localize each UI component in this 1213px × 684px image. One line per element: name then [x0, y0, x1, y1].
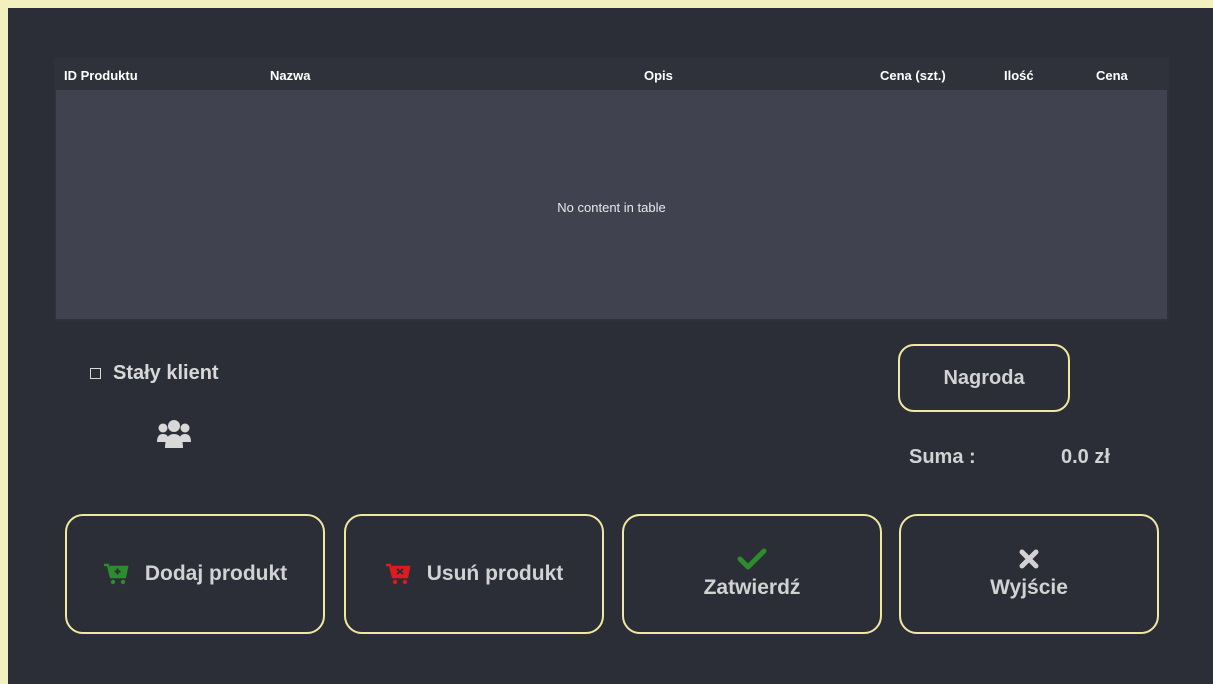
cart-plus-icon — [103, 563, 129, 585]
add-product-label: Dodaj produkt — [144, 562, 288, 585]
exit-label: Wyjście — [990, 576, 1068, 599]
reward-button[interactable]: Nagroda — [898, 344, 1070, 412]
exit-button[interactable]: Wyjście — [899, 514, 1159, 634]
remove-product-button[interactable]: Usuń produkt — [344, 514, 604, 634]
remove-product-label: Usuń produkt — [426, 562, 564, 585]
checkbox-box[interactable] — [90, 368, 101, 379]
table-empty-placeholder: No content in table — [557, 200, 666, 215]
check-icon — [737, 548, 767, 570]
confirm-button[interactable]: Zatwierdź — [622, 514, 882, 634]
order-window: ID Produktu Nazwa Opis Cena (szt.) Ilość… — [8, 8, 1213, 684]
reward-button-label: Nagroda — [943, 366, 1025, 389]
close-icon — [1019, 549, 1039, 569]
column-header-id[interactable]: ID Produktu — [64, 68, 138, 83]
sum-label: Suma : — [909, 446, 976, 468]
column-header-name[interactable]: Nazwa — [270, 68, 310, 83]
add-product-button[interactable]: Dodaj produkt — [65, 514, 325, 634]
column-header-unit-price[interactable]: Cena (szt.) — [880, 68, 946, 83]
column-header-quantity[interactable]: Ilość — [1004, 68, 1034, 83]
confirm-label: Zatwierdź — [703, 576, 801, 599]
table-header: ID Produktu Nazwa Opis Cena (szt.) Ilość… — [56, 60, 1167, 90]
cart-remove-icon — [385, 563, 411, 585]
users-icon — [156, 418, 192, 455]
sum-value: 0.0 zł — [1061, 446, 1110, 468]
loyal-customer-checkbox[interactable]: Stały klient — [90, 362, 219, 385]
column-header-description[interactable]: Opis — [644, 68, 673, 83]
loyal-customer-label: Stały klient — [113, 362, 219, 384]
products-table[interactable]: ID Produktu Nazwa Opis Cena (szt.) Ilość… — [54, 58, 1169, 321]
column-header-price[interactable]: Cena — [1096, 68, 1128, 83]
